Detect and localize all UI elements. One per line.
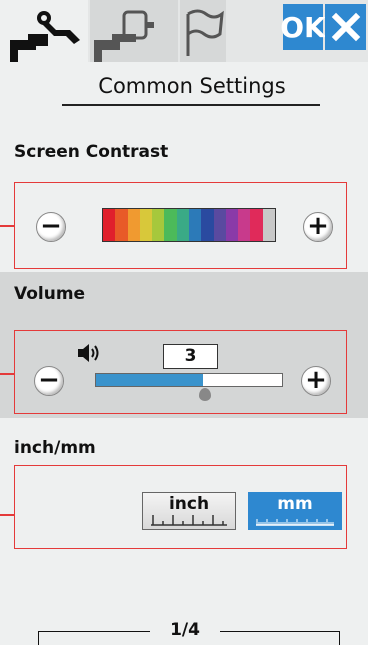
callout-line — [0, 225, 15, 227]
volume-slider-handle[interactable] — [199, 388, 212, 401]
contrast-swatch — [103, 209, 116, 241]
contrast-swatch — [115, 209, 128, 241]
flag-icon — [186, 9, 224, 56]
contrast-swatch — [188, 209, 202, 241]
contrast-swatch — [213, 209, 226, 241]
close-button[interactable] — [325, 4, 366, 50]
tab-embroidery-settings[interactable] — [90, 0, 178, 62]
contrast-swatch — [152, 209, 165, 241]
volume-decrease-button[interactable]: − — [34, 366, 64, 396]
contrast-swatch — [176, 209, 189, 241]
volume-label: Volume — [14, 284, 86, 304]
tab-machine-settings[interactable] — [0, 0, 88, 62]
mm-button[interactable]: mm — [248, 492, 342, 530]
page-indicator: 1/4 — [150, 620, 220, 640]
contrast-decrease-button[interactable]: − — [36, 212, 66, 242]
embroidery-machine-icon — [94, 10, 154, 62]
contrast-color-bar — [102, 208, 276, 242]
settings-tab-bar: OK — [0, 0, 368, 62]
contrast-swatch — [164, 209, 177, 241]
inch-ruler-icon — [151, 515, 227, 526]
inch-button-label: inch — [168, 494, 210, 514]
contrast-increase-button[interactable]: + — [303, 212, 333, 242]
sewing-machine-wrench-icon — [10, 11, 80, 62]
mm-ruler-icon — [256, 519, 334, 526]
volume-slider-fill — [96, 374, 204, 386]
speaker-icon — [78, 344, 99, 362]
callout-line — [0, 373, 15, 375]
contrast-swatch — [225, 209, 239, 241]
units-label: inch/mm — [14, 438, 96, 458]
screen-contrast-label: Screen Contrast — [14, 142, 169, 162]
page-title: Common Settings — [98, 74, 286, 98]
title-underline — [62, 104, 320, 106]
volume-value: 3 — [163, 344, 218, 369]
tab-language-settings[interactable] — [180, 0, 226, 62]
contrast-swatch — [250, 209, 263, 241]
contrast-swatch — [262, 209, 275, 241]
contrast-swatch — [139, 209, 153, 241]
contrast-swatch — [127, 209, 140, 241]
contrast-swatch — [238, 209, 251, 241]
ok-button[interactable]: OK — [280, 4, 326, 50]
volume-increase-button[interactable]: + — [301, 366, 331, 396]
volume-slider[interactable] — [95, 373, 283, 387]
volume-panel — [14, 330, 347, 414]
inch-button[interactable]: inch — [142, 492, 236, 530]
close-icon — [331, 12, 360, 42]
callout-line — [0, 514, 15, 516]
mm-button-label: mm — [277, 494, 313, 514]
contrast-swatch — [201, 209, 214, 241]
